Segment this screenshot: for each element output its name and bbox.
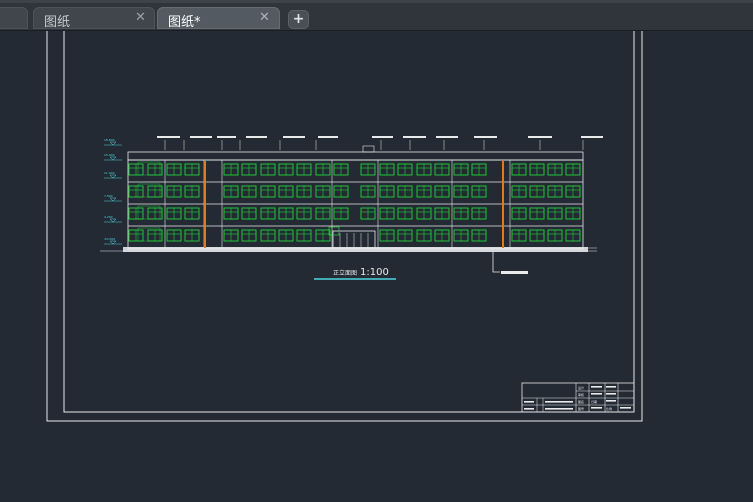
- title-block-cell: 图名: [578, 399, 584, 404]
- level-mark-value: 18.600: [104, 138, 115, 142]
- tab-label: 图纸*: [168, 15, 201, 30]
- annotation-label: [372, 136, 393, 138]
- title-block-text-mark: [591, 393, 602, 395]
- level-mark-triangle: [109, 240, 117, 245]
- level-mark-value: ±0.000: [104, 237, 115, 241]
- annotation-label: [528, 136, 552, 138]
- drawing-svg: 18.60015.00011.4007.8004.200±0.000 正立面图 …: [46, 31, 643, 422]
- parapet: [127, 151, 584, 161]
- annotation-label: [436, 136, 458, 138]
- leader-label: [501, 271, 528, 274]
- facade-outline: [127, 159, 584, 250]
- title-block-cell: 图号: [578, 406, 584, 411]
- roof-structure: [362, 145, 375, 153]
- building-elevation: [100, 145, 597, 252]
- title-block-cell: 设计: [578, 385, 584, 390]
- tab-label: 图纸: [44, 15, 71, 30]
- title-block-text-mark: [591, 386, 602, 388]
- title-block-text-mark: [606, 393, 616, 395]
- title-block-text-mark: [524, 408, 534, 410]
- title-block-text-mark: [606, 386, 616, 388]
- scale-label: 1:100: [360, 267, 389, 278]
- leader-line: [492, 250, 500, 273]
- annotation-label: [157, 136, 180, 138]
- title-block: 设计审核图名图号 日期比例: [521, 382, 635, 413]
- level-mark-triangle: [109, 156, 117, 161]
- tab-drawing-active[interactable]: 图纸* ✕: [157, 7, 280, 30]
- annotation-label: [246, 136, 267, 138]
- title-block-text-mark: [524, 401, 534, 403]
- title-block-text-mark: [545, 408, 573, 410]
- annotation-label: [217, 136, 236, 138]
- level-mark-triangle: [109, 174, 117, 179]
- tab-bar-top-edge: [0, 0, 753, 3]
- title-block-text-mark: [545, 401, 573, 403]
- annotation-label: [403, 136, 426, 138]
- level-mark-value: 7.800: [104, 194, 113, 198]
- level-mark-value: 11.400: [104, 171, 115, 175]
- close-icon[interactable]: ✕: [135, 10, 146, 25]
- annotation-label: [318, 136, 338, 138]
- level-mark-triangle: [109, 141, 117, 146]
- close-icon[interactable]: ✕: [259, 10, 270, 25]
- annotation-label: [283, 136, 305, 138]
- level-mark-value: 15.000: [104, 153, 115, 157]
- tab-drawing[interactable]: 图纸 ✕: [33, 7, 155, 30]
- elevation-caption: 正立面图: [333, 269, 357, 277]
- level-mark-triangle: [109, 218, 117, 223]
- title-block-text-mark: [620, 407, 631, 409]
- add-tab-button[interactable]: +: [288, 10, 309, 29]
- title-block-cell: 比例: [606, 406, 612, 411]
- title-block-text-mark: [591, 407, 602, 409]
- level-mark-triangle: [109, 197, 117, 202]
- title-block-cell: 审核: [578, 392, 584, 397]
- tab-previous-partial[interactable]: [0, 7, 28, 29]
- drawing-canvas[interactable]: 18.600 15.000 11.400 7.800 4.200 ±0.000 正立面图 …: [0, 31, 753, 498]
- level-mark-value: 4.200: [104, 215, 113, 219]
- title-block-text-mark: [606, 400, 616, 402]
- tab-bar: 图纸 ✕ 图纸* ✕ +: [0, 0, 753, 31]
- annotation-label: [190, 136, 212, 138]
- title-block-cell: 日期: [591, 399, 597, 404]
- sheet-inner-border: [63, 31, 635, 413]
- annotation-label: [581, 136, 603, 138]
- annotation-label: [474, 136, 497, 138]
